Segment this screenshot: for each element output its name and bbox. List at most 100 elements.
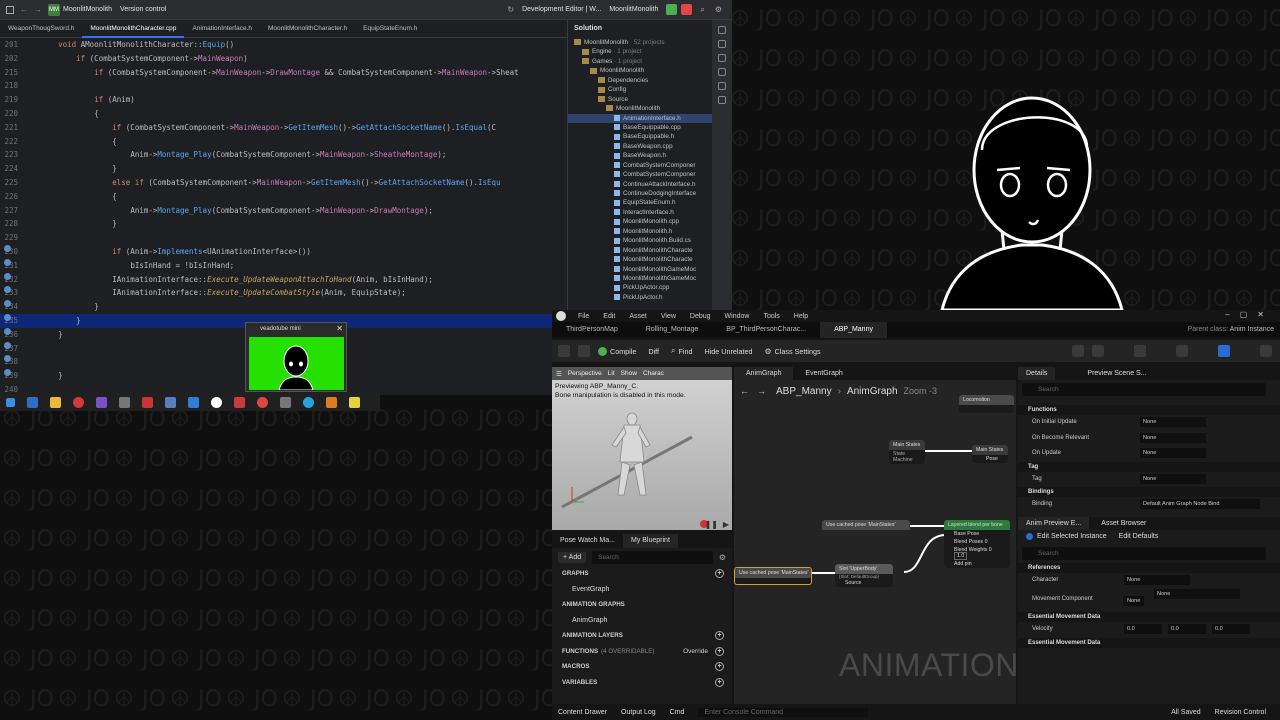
app-icon[interactable]	[326, 396, 337, 408]
gear-icon[interactable]: ⚙	[719, 553, 726, 562]
code-line[interactable]: 226 {	[0, 190, 567, 204]
browse-icon[interactable]	[578, 345, 590, 357]
file-explorer-icon[interactable]	[50, 396, 61, 408]
node-use-cached-pose[interactable]: Use cached pose 'MainStates'	[822, 520, 910, 530]
code-line[interactable]: 227 Anim->Montage_Play(CombatSystemCompo…	[0, 204, 567, 218]
solution-tree-item[interactable]: EquipStateEnum.h	[568, 198, 712, 207]
solution-tree-item[interactable]: BaseEquippable.cpp	[568, 123, 712, 132]
details-search-input[interactable]: Search	[1022, 383, 1266, 396]
solution-tree-item[interactable]: Config	[568, 85, 712, 94]
solution-tree-item[interactable]: MoonlitMonolith.Build.cs	[568, 236, 712, 245]
gutter-marker-icon[interactable]	[4, 272, 11, 280]
physics-mode-icon[interactable]	[1260, 345, 1272, 357]
anim-graph-editor[interactable]: AnimGraph EventGraph ← → ABP_Manny › Ani…	[734, 367, 1016, 704]
tab-my-blueprint[interactable]: My Blueprint	[622, 534, 678, 548]
editor-tab[interactable]: EquipStateEnum.h	[355, 20, 425, 38]
tab-pose-watch[interactable]: Pose Watch Ma...	[552, 534, 623, 548]
add-pin-button[interactable]: Add pin	[944, 560, 1010, 568]
obsidian-icon[interactable]	[96, 396, 107, 408]
node-main-states-cache[interactable]: Main States Pose	[972, 445, 1008, 463]
code-line[interactable]: 223 Anim->Montage_Play(CombatSystemCompo…	[0, 148, 567, 162]
node-use-cached-pose-selected[interactable]: Use cached pose 'MainStates'	[734, 567, 812, 585]
bp-section-header[interactable]: ANIMATION GRAPHS	[552, 597, 732, 613]
solution-tree-item[interactable]: BaseEquippable.h	[568, 132, 712, 141]
refresh-icon[interactable]: ↻	[507, 5, 514, 14]
preview-search-input[interactable]: Search	[1022, 546, 1266, 560]
code-line[interactable]: 215 if (CombatSystemComponent->MainWeapo…	[0, 66, 567, 80]
menu-item[interactable]: View	[661, 313, 676, 320]
code-line[interactable]: 221 if (CombatSystemComponent->MainWeapo…	[0, 121, 567, 135]
radio-selected-icon[interactable]	[1026, 533, 1033, 540]
toolstrip-icon[interactable]	[718, 26, 726, 34]
code-line[interactable]: 218	[0, 79, 567, 93]
bp-graph-item[interactable]: EventGraph	[552, 582, 732, 598]
anim-mode-icon[interactable]	[1092, 345, 1104, 357]
node-slot-upperbody[interactable]: Slot 'UpperBody' (Slot: DefaultGroup) So…	[835, 564, 893, 587]
stop-icon[interactable]	[681, 4, 693, 15]
code-line[interactable]: 222 {	[0, 135, 567, 149]
editor-tab[interactable]: WeaponThougSword.h	[0, 20, 82, 38]
opera-icon[interactable]	[73, 396, 84, 408]
settings-icon[interactable]: ⚙	[715, 5, 722, 14]
preview-viewport[interactable]: ☰ Perspective Lit Show Charac Previewing…	[552, 367, 732, 530]
add-icon[interactable]: +	[715, 662, 724, 671]
add-button[interactable]: + Add	[558, 551, 587, 563]
solution-tree-item[interactable]: ContinueDodgingInterface	[568, 189, 712, 198]
solution-tree-item[interactable]: MoonlitMonolithGameMoc	[568, 265, 712, 274]
solution-tree-item[interactable]: MoonlitMonolith	[568, 104, 712, 113]
override-dropdown[interactable]: Override	[683, 644, 708, 660]
class-settings-button[interactable]: Class Settings	[775, 347, 821, 356]
code-line[interactable]: 232 IAnimationInterface::Execute_UpdateW…	[0, 273, 567, 287]
function-dropdown[interactable]: None	[1140, 448, 1206, 458]
velocity-y-field[interactable]: 0.0	[1168, 624, 1206, 634]
solution-tree-item[interactable]: Games · 1 project	[568, 57, 712, 66]
solution-tree-item[interactable]: MoonlitMonolithCharacte	[568, 246, 712, 255]
editor-tab[interactable]: MoonlitMonolithCharacter.h	[260, 20, 355, 38]
movement-dropdown[interactable]: None	[1154, 589, 1240, 599]
code-line[interactable]: 201 void AMoonlitMonolithCharacter::Equi…	[0, 38, 567, 52]
gutter-marker-icon[interactable]	[4, 245, 11, 252]
solution-tree-item[interactable]: CombatSystemComponer	[568, 161, 712, 170]
save-icon[interactable]	[558, 345, 570, 357]
veadotube-mini-window[interactable]: veadotube mini ✕	[245, 322, 347, 392]
solution-tree-item[interactable]: BaseWeapon.cpp	[568, 142, 712, 151]
skeleton-mode-icon[interactable]	[1134, 345, 1146, 357]
solution-tree-item[interactable]: MoonlitMonolithCharacte	[568, 255, 712, 264]
add-icon[interactable]: +	[715, 646, 724, 656]
cmd-selector[interactable]: Cmd	[670, 709, 685, 716]
solution-tree-item[interactable]: Engine · 1 project	[568, 47, 712, 56]
gutter-marker-icon[interactable]	[4, 369, 11, 377]
edit-selected-instance[interactable]: Edit Selected Instance	[1037, 533, 1107, 540]
node-locomotion[interactable]: Locomotion	[959, 395, 1014, 413]
settings-icon[interactable]	[119, 396, 130, 408]
vscode-icon[interactable]	[188, 396, 199, 408]
menu-item[interactable]: Asset	[629, 313, 647, 320]
unreal-icon[interactable]	[211, 396, 222, 408]
veadotube-icon[interactable]	[349, 396, 360, 408]
solution-tree-item[interactable]: MoonlitMonolith.h	[568, 227, 712, 236]
code-line[interactable]: 233 IAnimationInterface::Execute_UpdateC…	[0, 286, 567, 300]
version-control-menu[interactable]: Version control	[120, 6, 166, 13]
velocity-x-field[interactable]: 0.0	[1124, 624, 1162, 634]
editor-tab[interactable]: MoonlitMonolithCharacter.cpp	[82, 20, 185, 38]
find-button[interactable]: Find	[679, 347, 693, 356]
asset-tab[interactable]: ABP_Manny	[820, 322, 887, 338]
app-icon[interactable]	[142, 396, 153, 408]
code-line[interactable]: 225 else if (CombatSystemComponent->Main…	[0, 176, 567, 190]
animation-mode-icon[interactable]	[1176, 345, 1188, 357]
output-log-button[interactable]: Output Log	[621, 709, 656, 716]
tab-anim-preview[interactable]: Anim Preview E...	[1018, 516, 1090, 530]
window-controls[interactable]: –▢✕	[1225, 310, 1274, 319]
menu-item[interactable]: Edit	[603, 313, 615, 320]
app-icon[interactable]	[165, 396, 176, 408]
solution-tree-item[interactable]: MoonlitMonolithGameMoc	[568, 274, 712, 283]
bp-section-header[interactable]: FUNCTIONS (4 OVERRIDABLE) Override +	[552, 644, 732, 660]
back-icon[interactable]: ←	[20, 5, 28, 14]
code-line[interactable]: 229	[0, 231, 567, 245]
section-functions[interactable]: Functions	[1018, 405, 1280, 415]
solution-tree-item[interactable]: PickUpActor.h	[568, 293, 712, 302]
code-line[interactable]: 219 if (Anim)	[0, 93, 567, 107]
velocity-z-field[interactable]: 0.0	[1212, 624, 1250, 634]
character-dropdown[interactable]: None	[1124, 574, 1190, 585]
asset-tab[interactable]: BP_ThirdPersonCharac...	[712, 322, 820, 338]
